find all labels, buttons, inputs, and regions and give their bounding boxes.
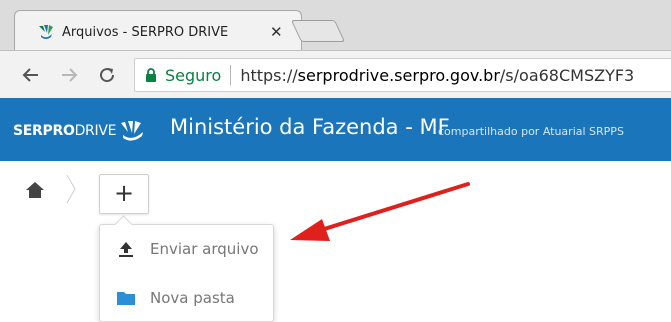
menu-item-upload-file[interactable]: Enviar arquivo bbox=[100, 229, 275, 269]
address-separator bbox=[230, 65, 232, 85]
chevron-right-icon bbox=[66, 174, 76, 204]
logo-text-light: DRIVE bbox=[74, 123, 117, 139]
secure-label: Seguro bbox=[165, 65, 222, 85]
serprodrive-logo[interactable]: SERPRO DRIVE bbox=[13, 120, 147, 142]
new-tab-button[interactable] bbox=[290, 20, 346, 42]
back-arrow-icon[interactable] bbox=[20, 64, 42, 86]
menu-item-label: Enviar arquivo bbox=[150, 240, 259, 258]
new-item-dropdown: Enviar arquivo Nova pasta bbox=[99, 224, 274, 322]
url-path: /s/oa68CMSZYF3 bbox=[499, 65, 635, 85]
logo-mark-icon bbox=[121, 121, 144, 141]
url-text: https://serprodrive.serpro.gov.br/s/oa68… bbox=[240, 66, 634, 85]
folder-icon bbox=[117, 292, 135, 305]
page-title: Ministério da Fazenda - MF bbox=[170, 115, 450, 139]
shared-by-label: compartilhado por Atuarial SRPPS bbox=[438, 125, 624, 138]
menu-item-label: Nova pasta bbox=[150, 289, 235, 307]
reload-icon[interactable] bbox=[96, 64, 118, 86]
address-bar[interactable]: Seguro https://serprodrive.serpro.gov.br… bbox=[134, 58, 671, 92]
tab-title: Arquivos - SERPRO DRIVE bbox=[62, 24, 229, 40]
plus-label: + bbox=[113, 179, 135, 207]
url-scheme: https:// bbox=[240, 65, 298, 85]
url-host: serprodrive.serpro.gov.br bbox=[297, 65, 500, 85]
app-header: SERPRO DRIVE Ministério da Fazenda - MF … bbox=[0, 98, 671, 161]
browser-tab[interactable]: Arquivos - SERPRO DRIVE ✕ bbox=[14, 10, 302, 52]
browser-tab-strip: Arquivos - SERPRO DRIVE ✕ bbox=[0, 0, 671, 52]
serprodrive-favicon bbox=[39, 25, 53, 39]
home-icon[interactable] bbox=[25, 181, 45, 199]
menu-item-new-folder[interactable]: Nova pasta bbox=[100, 278, 275, 318]
logo-text-bold: SERPRO bbox=[13, 123, 75, 139]
close-icon[interactable]: ✕ bbox=[270, 23, 283, 41]
new-item-button[interactable]: + bbox=[99, 174, 149, 214]
forward-arrow-icon[interactable] bbox=[58, 64, 80, 86]
lock-icon bbox=[146, 68, 156, 82]
browser-tab-content: Arquivos - SERPRO DRIVE ✕ bbox=[37, 21, 297, 43]
browser-toolbar: Seguro https://serprodrive.serpro.gov.br… bbox=[0, 50, 671, 98]
upload-icon bbox=[119, 242, 133, 257]
